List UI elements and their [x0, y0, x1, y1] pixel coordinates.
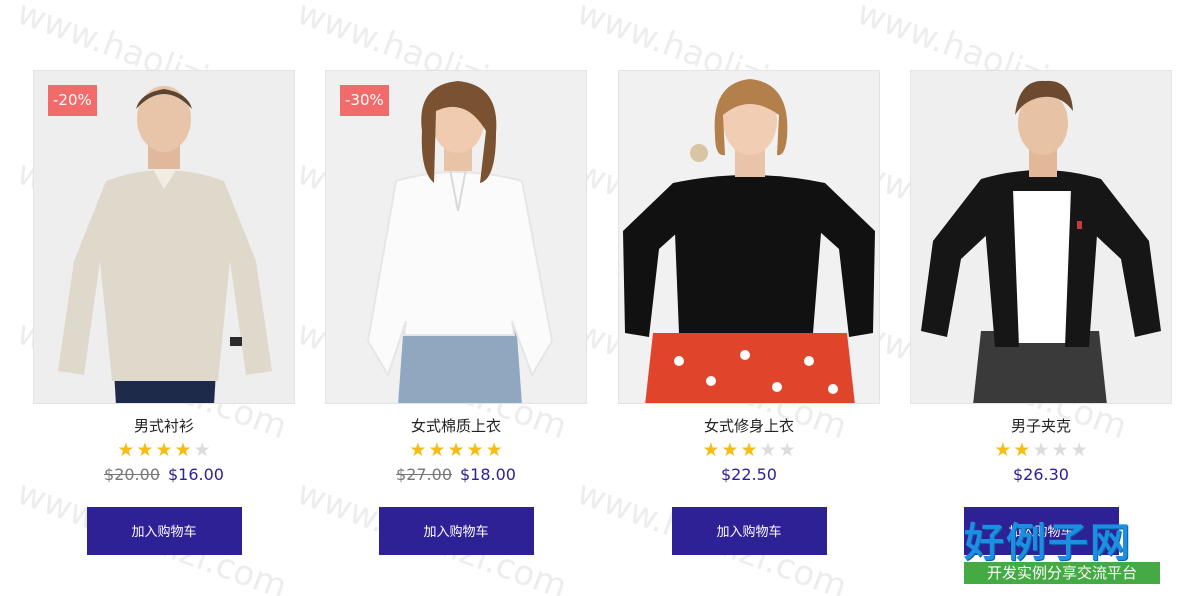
- product-card: 男子夹克 ★ ★ ★ ★ ★ $26.30 加入购物车: [910, 70, 1172, 555]
- star-filled-icon: ★: [174, 439, 192, 461]
- star-empty-icon: ★: [193, 439, 211, 461]
- star-filled-icon: ★: [136, 439, 154, 461]
- discount-badge: -30%: [340, 85, 389, 116]
- star-filled-icon: ★: [409, 439, 427, 461]
- star-filled-icon: ★: [740, 439, 758, 461]
- star-rating: ★ ★ ★ ★ ★: [33, 439, 295, 461]
- sale-price: $26.30: [1013, 465, 1069, 484]
- star-rating: ★ ★ ★ ★ ★: [910, 439, 1172, 461]
- star-rating: ★ ★ ★ ★ ★: [618, 439, 880, 461]
- price-row: $20.00 $16.00: [33, 464, 295, 486]
- sale-price: $16.00: [168, 465, 224, 484]
- product-name[interactable]: 女式修身上衣: [618, 415, 880, 437]
- product-image[interactable]: -20%: [33, 70, 295, 404]
- star-empty-icon: ★: [778, 439, 796, 461]
- price-row: $22.50: [618, 464, 880, 486]
- product-image[interactable]: -30%: [325, 70, 587, 404]
- star-filled-icon: ★: [485, 439, 503, 461]
- star-empty-icon: ★: [1051, 439, 1069, 461]
- add-to-cart-button[interactable]: 加入购物车: [86, 507, 242, 555]
- add-to-cart-button[interactable]: 加入购物车: [378, 507, 534, 555]
- star-filled-icon: ★: [466, 439, 484, 461]
- sale-price: $22.50: [721, 465, 777, 484]
- star-filled-icon: ★: [1013, 439, 1031, 461]
- price-row: $27.00 $18.00: [325, 464, 587, 486]
- site-logo: 好例子网 开发实例分享交流平台: [962, 510, 1162, 586]
- discount-badge: -20%: [48, 85, 97, 116]
- star-empty-icon: ★: [759, 439, 777, 461]
- logo-title: 好例子网: [964, 520, 1132, 566]
- star-filled-icon: ★: [447, 439, 465, 461]
- original-price: $27.00: [396, 465, 452, 484]
- product-name[interactable]: 女式棉质上衣: [325, 415, 587, 437]
- product-photo-womens-top: [619, 71, 879, 403]
- price-row: $26.30: [910, 464, 1172, 486]
- product-card: -20% 男式衬衫 ★ ★ ★ ★ ★ $20.00 $16.00 加入购物车: [33, 70, 295, 555]
- product-name[interactable]: 男式衬衫: [33, 415, 295, 437]
- star-empty-icon: ★: [1070, 439, 1088, 461]
- logo-subtitle: 开发实例分享交流平台: [964, 562, 1160, 584]
- product-grid-page: www.haolizi.com www.haolizi.com www.haol…: [0, 0, 1203, 596]
- star-filled-icon: ★: [117, 439, 135, 461]
- star-filled-icon: ★: [994, 439, 1012, 461]
- star-filled-icon: ★: [155, 439, 173, 461]
- product-card: -30% 女式棉质上衣 ★ ★ ★ ★ ★ $27.00 $18.00 加入购物车: [325, 70, 587, 555]
- add-to-cart-button[interactable]: 加入购物车: [671, 507, 827, 555]
- product-image[interactable]: [910, 70, 1172, 404]
- star-filled-icon: ★: [702, 439, 720, 461]
- product-name[interactable]: 男子夹克: [910, 415, 1172, 437]
- original-price: $20.00: [104, 465, 160, 484]
- sale-price: $18.00: [460, 465, 516, 484]
- product-image[interactable]: [618, 70, 880, 404]
- star-filled-icon: ★: [721, 439, 739, 461]
- star-empty-icon: ★: [1032, 439, 1050, 461]
- product-photo-womens-blouse: [326, 71, 586, 403]
- star-filled-icon: ★: [428, 439, 446, 461]
- product-photo-mens-jacket: [911, 71, 1171, 403]
- star-rating: ★ ★ ★ ★ ★: [325, 439, 587, 461]
- product-card: 女式修身上衣 ★ ★ ★ ★ ★ $22.50 加入购物车: [618, 70, 880, 555]
- product-photo-mens-shirt: [34, 71, 294, 403]
